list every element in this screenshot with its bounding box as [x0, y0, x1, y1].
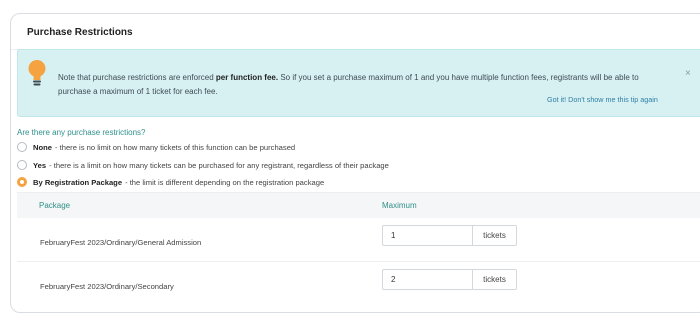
option-yes-label: Yes: [33, 160, 47, 170]
close-icon[interactable]: ×: [685, 69, 691, 79]
option-yes-description: - there is a limit on how many tickets c…: [49, 160, 389, 170]
card-title: Purchase Restrictions: [27, 27, 133, 38]
option-by-package-description: - the limit is different depending on th…: [125, 177, 325, 187]
table-row: FebruaryFest 2023/Ordinary/Secondary tic…: [17, 261, 700, 304]
option-yes[interactable]: Yes - there is a limit on how many ticke…: [17, 159, 389, 171]
tip-banner: Note that purchase restrictions are enfo…: [17, 49, 700, 117]
tickets-addon: tickets: [472, 225, 517, 246]
tip-message: Note that purchase restrictions are enfo…: [58, 71, 658, 98]
radio-none[interactable]: [17, 142, 27, 152]
column-header-package: Package: [39, 201, 71, 210]
table-header: Package Maximum: [17, 192, 700, 218]
column-header-maximum: Maximum: [382, 201, 417, 210]
radio-by-registration-package[interactable]: [17, 177, 27, 187]
option-by-registration-package[interactable]: By Registration Package - the limit is d…: [17, 176, 324, 188]
option-none[interactable]: None - there is no limit on how many tic…: [17, 141, 295, 153]
option-none-label: None: [33, 142, 52, 152]
packages-table: Package Maximum FebruaryFest 2023/Ordina…: [17, 192, 700, 304]
maximum-input[interactable]: [382, 269, 472, 290]
maximum-input[interactable]: [382, 225, 472, 246]
restrictions-question: Are there any purchase restrictions?: [17, 128, 146, 137]
dismiss-tip-link[interactable]: Got it! Don't show me this tip again: [547, 95, 658, 104]
option-none-description: - there is no limit on how many tickets …: [54, 142, 296, 152]
tip-text-before: Note that purchase restrictions are enfo…: [58, 73, 216, 82]
lightbulb-icon: [26, 58, 48, 88]
option-by-package-label: By Registration Package: [33, 177, 123, 187]
radio-yes[interactable]: [17, 160, 27, 170]
table-row: FebruaryFest 2023/Ordinary/General Admis…: [17, 218, 700, 261]
tickets-addon: tickets: [472, 269, 517, 290]
package-name: FebruaryFest 2023/Ordinary/Secondary: [40, 282, 174, 291]
card-header: Purchase Restrictions: [11, 14, 700, 50]
tip-text-bold: per function fee.: [215, 73, 279, 82]
package-name: FebruaryFest 2023/Ordinary/General Admis…: [40, 238, 202, 247]
